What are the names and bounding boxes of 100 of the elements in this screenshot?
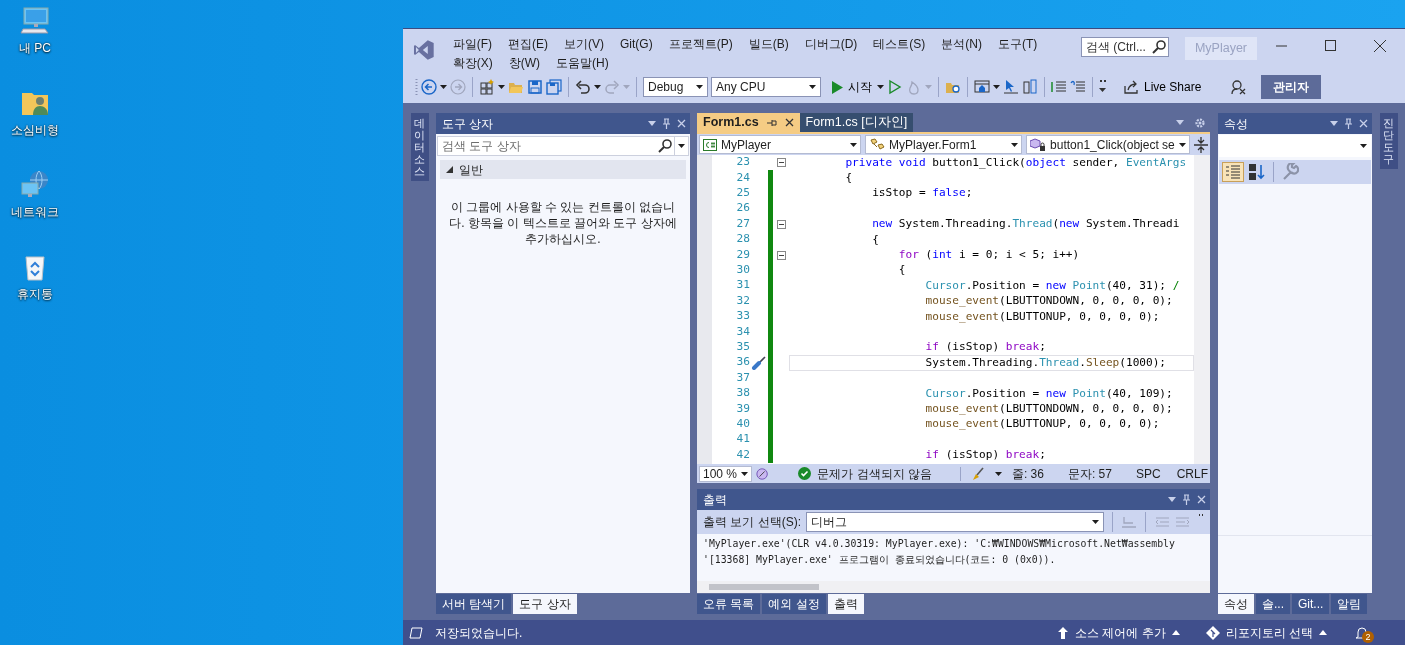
- split-icon[interactable]: [1194, 136, 1208, 153]
- collapse-icon[interactable]: [776, 219, 786, 229]
- collapse-icon[interactable]: [776, 158, 786, 168]
- panel-tab[interactable]: 출력: [827, 594, 864, 614]
- document-tab[interactable]: Form1.cs [디자인]: [799, 113, 914, 132]
- gear-icon[interactable]: [1194, 116, 1206, 129]
- line-number: 36: [735, 354, 750, 371]
- dropdown-icon[interactable]: [1330, 121, 1338, 126]
- line-number: 25: [735, 185, 750, 202]
- save-icon[interactable]: [527, 79, 543, 95]
- code-cleanup-icon[interactable]: [756, 466, 769, 481]
- undo-icon[interactable]: [575, 79, 591, 95]
- app-logo-icon: [413, 39, 435, 61]
- menu-item[interactable]: 창(W): [500, 54, 548, 73]
- solution-name: MyPlayer: [1184, 37, 1257, 60]
- line-number: 28: [735, 231, 750, 248]
- dropdown-icon[interactable]: [648, 121, 656, 126]
- panel-tab[interactable]: 솔...: [1256, 594, 1290, 614]
- menu-item[interactable]: 편집(E): [500, 35, 556, 54]
- platform-dropdown[interactable]: Any CPU: [711, 77, 821, 97]
- line-number: 27: [735, 215, 750, 232]
- live-share-button[interactable]: Live Share: [1121, 78, 1204, 96]
- maximize-icon[interactable]: [1325, 40, 1336, 51]
- line-number: 24: [735, 169, 750, 186]
- source-control-button[interactable]: 소스 제어에 추가: [1057, 623, 1180, 642]
- caret-icon[interactable]: [994, 471, 1002, 476]
- search-field[interactable]: 검색 (Ctrl...: [1080, 37, 1169, 57]
- caret-icon: [1092, 520, 1099, 524]
- output-source-dropdown[interactable]: 디버그: [806, 512, 1104, 532]
- caret-icon: [1360, 144, 1367, 148]
- collapse-icon[interactable]: [776, 250, 786, 260]
- group-header[interactable]: 일반: [440, 160, 686, 179]
- menu-item[interactable]: 테스트(S): [865, 35, 934, 54]
- side-tab[interactable]: 데이터 소스: [410, 113, 429, 182]
- overflow-icon[interactable]: [1099, 80, 1106, 94]
- caret-icon[interactable]: [993, 85, 1000, 89]
- column-position: 문자: 57: [1067, 465, 1112, 483]
- horizontal-scrollbar-thumb[interactable]: [709, 584, 819, 590]
- zoom-dropdown[interactable]: 100 %: [699, 465, 753, 482]
- menu-item[interactable]: 디버그(D): [796, 35, 866, 54]
- brush-icon[interactable]: [970, 466, 985, 481]
- panel-tab[interactable]: 오류 목록: [697, 594, 761, 614]
- caret-icon[interactable]: [498, 85, 505, 89]
- dropdown-icon[interactable]: [1176, 120, 1184, 125]
- menu-item[interactable]: Git(G): [612, 35, 661, 54]
- computer-icon[interactable]: [19, 5, 51, 37]
- admin-button[interactable]: 관리자: [1261, 75, 1322, 99]
- code-line: mouse_event(LBUTTONUP, 0, 0, 0, 0);: [924, 416, 1161, 433]
- menu-item[interactable]: 빌드(B): [740, 35, 797, 54]
- cursor-icon[interactable]: [1003, 79, 1019, 95]
- column-icon[interactable]: [1022, 79, 1038, 95]
- pin-icon[interactable]: [766, 118, 777, 127]
- save-all-icon[interactable]: [546, 79, 562, 95]
- type-dropdown[interactable]: MyPlayer.Form1: [865, 135, 1023, 154]
- dropdown-icon[interactable]: [1168, 497, 1176, 502]
- search-field[interactable]: 검색 도구 상자: [437, 136, 675, 156]
- line-ending[interactable]: CRLF: [1176, 464, 1208, 483]
- panel-tab[interactable]: Git...: [1292, 594, 1330, 614]
- back-icon[interactable]: [421, 79, 437, 95]
- alphabetical-icon[interactable]: [1248, 163, 1266, 181]
- bell-icon[interactable]: [1355, 625, 1369, 640]
- feedback-icon[interactable]: [1230, 79, 1247, 95]
- menu-item[interactable]: 프로젝트(P): [660, 35, 741, 54]
- menu-item[interactable]: 분석(N): [933, 35, 990, 54]
- caret-icon[interactable]: [877, 85, 884, 89]
- share-icon: [1123, 80, 1139, 94]
- issues-status[interactable]: 문제가 검색되지 않음: [798, 464, 933, 483]
- caret-icon[interactable]: [440, 85, 447, 89]
- search-options-button[interactable]: [675, 136, 689, 156]
- line-number: 35: [735, 339, 750, 355]
- panel-tab[interactable]: 예외 설정: [762, 594, 826, 614]
- menu-item[interactable]: 도구(T): [990, 35, 1046, 54]
- vertical-scrollbar[interactable]: [1194, 155, 1210, 464]
- start-button[interactable]: 시작: [830, 78, 874, 96]
- menu-item[interactable]: 보기(V): [556, 35, 612, 54]
- whitespace-mode[interactable]: SPC: [1135, 464, 1161, 483]
- new-item-icon[interactable]: [479, 79, 495, 95]
- panel-tab[interactable]: 도구 상자: [513, 594, 577, 614]
- panel-tab[interactable]: 속성: [1218, 594, 1254, 614]
- member-dropdown[interactable]: button1_Click(object se: [1026, 135, 1190, 154]
- panel-tab[interactable]: 알림: [1331, 594, 1368, 614]
- code-line: Cursor.Position = new Point(40, 109);: [924, 385, 1174, 402]
- comment-lines-icon[interactable]: [1051, 79, 1067, 95]
- side-tab[interactable]: 진단 도구: [1379, 113, 1398, 170]
- method-icon: [1030, 137, 1047, 152]
- close-icon[interactable]: [1374, 40, 1386, 52]
- menu-item[interactable]: 파일(F): [444, 35, 500, 54]
- caret-icon[interactable]: [594, 85, 601, 89]
- close-icon[interactable]: [784, 118, 794, 127]
- repository-button[interactable]: 리포지토리 선택: [1205, 623, 1327, 642]
- project-dropdown[interactable]: MyPlayer: [699, 135, 861, 154]
- screwdriver-icon[interactable]: [751, 355, 767, 370]
- output-source-label: 출력 보기 선택(S):: [703, 514, 801, 531]
- menu-item[interactable]: 확장(X): [444, 54, 501, 73]
- window-layout-icon[interactable]: [974, 79, 990, 95]
- panel-tab[interactable]: 서버 탐색기: [436, 594, 512, 614]
- uncomment-lines-icon[interactable]: [1070, 79, 1086, 95]
- document-tab[interactable]: Form1.cs: [697, 113, 800, 132]
- menu-item[interactable]: 도움말(H): [548, 54, 617, 73]
- configuration-dropdown[interactable]: Debug: [643, 77, 708, 97]
